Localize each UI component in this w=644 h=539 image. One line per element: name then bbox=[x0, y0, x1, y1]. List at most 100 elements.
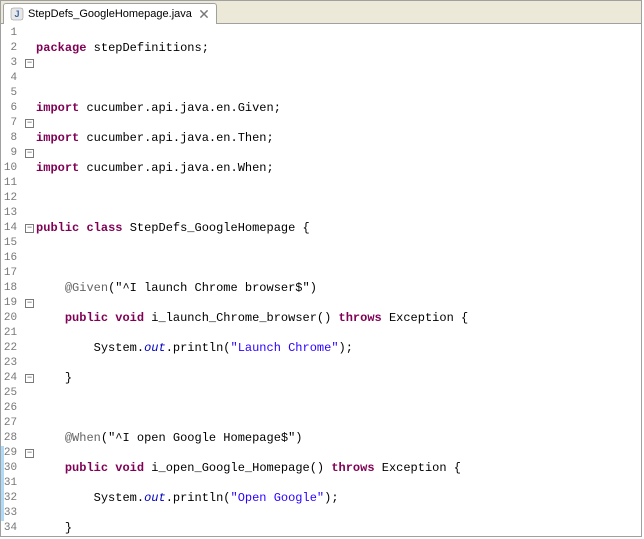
line-number: 11 bbox=[4, 176, 23, 191]
fold-cell bbox=[25, 206, 34, 221]
fold-cell bbox=[25, 131, 34, 146]
line-number: 31 bbox=[4, 476, 23, 491]
line-number: 26 bbox=[4, 401, 23, 416]
fold-cell bbox=[25, 176, 34, 191]
fold-cell bbox=[25, 341, 34, 356]
fold-cell bbox=[25, 251, 34, 266]
fold-collapse-icon[interactable]: − bbox=[25, 449, 34, 458]
code-line bbox=[36, 71, 641, 86]
fold-cell bbox=[25, 41, 34, 56]
line-number: 14 bbox=[4, 221, 23, 236]
line-number: 7 bbox=[4, 116, 23, 131]
line-number: 34 bbox=[4, 521, 23, 536]
fold-collapse-icon[interactable]: − bbox=[25, 59, 34, 68]
code-line: package stepDefinitions; bbox=[36, 41, 641, 56]
line-number: 5 bbox=[4, 86, 23, 101]
code-line: public class StepDefs_GoogleHomepage { bbox=[36, 221, 641, 236]
line-number: 32 bbox=[4, 491, 23, 506]
line-number: 8 bbox=[4, 131, 23, 146]
fold-collapse-icon[interactable]: − bbox=[25, 374, 34, 383]
fold-cell: − bbox=[25, 56, 34, 71]
line-number: 33 bbox=[4, 506, 23, 521]
line-number: 29 bbox=[4, 446, 23, 461]
line-number: 23 bbox=[4, 356, 23, 371]
line-number: 19 bbox=[4, 296, 23, 311]
fold-cell bbox=[25, 491, 34, 506]
close-icon[interactable] bbox=[198, 8, 210, 20]
line-number-gutter: 1234567891011121314151617181920212223242… bbox=[4, 24, 25, 536]
line-number: 25 bbox=[4, 386, 23, 401]
java-file-icon: J bbox=[10, 7, 24, 21]
fold-cell: − bbox=[25, 221, 34, 236]
code-content[interactable]: package stepDefinitions; import cucumber… bbox=[34, 24, 641, 536]
code-line: } bbox=[36, 371, 641, 386]
line-number: 13 bbox=[4, 206, 23, 221]
code-line: System.out.println("Open Google"); bbox=[36, 491, 641, 506]
editor-tab[interactable]: J StepDefs_GoogleHomepage.java bbox=[3, 3, 217, 24]
code-line: System.out.println("Launch Chrome"); bbox=[36, 341, 641, 356]
line-number: 30 bbox=[4, 461, 23, 476]
fold-collapse-icon[interactable]: − bbox=[25, 299, 34, 308]
fold-cell bbox=[25, 281, 34, 296]
fold-cell bbox=[25, 416, 34, 431]
fold-cell bbox=[25, 326, 34, 341]
fold-cell bbox=[25, 311, 34, 326]
fold-cell bbox=[25, 71, 34, 86]
line-number: 16 bbox=[4, 251, 23, 266]
line-number: 15 bbox=[4, 236, 23, 251]
fold-cell bbox=[25, 101, 34, 116]
line-number: 28 bbox=[4, 431, 23, 446]
tab-label: StepDefs_GoogleHomepage.java bbox=[28, 8, 192, 20]
fold-cell bbox=[25, 266, 34, 281]
fold-cell bbox=[25, 506, 34, 521]
line-number: 1 bbox=[4, 26, 23, 41]
code-line: import cucumber.api.java.en.Given; bbox=[36, 101, 641, 116]
fold-cell bbox=[25, 236, 34, 251]
code-line: public void i_launch_Chrome_browser() th… bbox=[36, 311, 641, 326]
fold-cell bbox=[25, 356, 34, 371]
code-line: import cucumber.api.java.en.Then; bbox=[36, 131, 641, 146]
code-line: import cucumber.api.java.en.When; bbox=[36, 161, 641, 176]
tab-bar: J StepDefs_GoogleHomepage.java bbox=[1, 1, 641, 24]
fold-collapse-icon[interactable]: − bbox=[25, 224, 34, 233]
fold-cell: − bbox=[25, 296, 34, 311]
fold-cell bbox=[25, 521, 34, 536]
fold-cell bbox=[25, 476, 34, 491]
fold-cell bbox=[25, 461, 34, 476]
line-number: 24 bbox=[4, 371, 23, 386]
fold-cell: − bbox=[25, 446, 34, 461]
fold-cell: − bbox=[25, 116, 34, 131]
line-number: 4 bbox=[4, 71, 23, 86]
code-editor[interactable]: 1234567891011121314151617181920212223242… bbox=[1, 24, 641, 536]
line-number: 12 bbox=[4, 191, 23, 206]
line-number: 3 bbox=[4, 56, 23, 71]
fold-cell bbox=[25, 401, 34, 416]
code-line: } bbox=[36, 521, 641, 536]
line-number: 27 bbox=[4, 416, 23, 431]
code-line: @When("^I open Google Homepage$") bbox=[36, 431, 641, 446]
code-line: @Given("^I launch Chrome browser$") bbox=[36, 281, 641, 296]
fold-cell bbox=[25, 161, 34, 176]
fold-cell: − bbox=[25, 146, 34, 161]
fold-collapse-icon[interactable]: − bbox=[25, 149, 34, 158]
fold-cell: − bbox=[25, 371, 34, 386]
code-line bbox=[36, 401, 641, 416]
svg-text:J: J bbox=[14, 9, 19, 19]
line-number: 21 bbox=[4, 326, 23, 341]
line-number: 6 bbox=[4, 101, 23, 116]
fold-cell bbox=[25, 26, 34, 41]
code-line bbox=[36, 251, 641, 266]
fold-cell bbox=[25, 86, 34, 101]
line-number: 9 bbox=[4, 146, 23, 161]
fold-collapse-icon[interactable]: − bbox=[25, 119, 34, 128]
code-line: public void i_open_Google_Homepage() thr… bbox=[36, 461, 641, 476]
editor-window: J StepDefs_GoogleHomepage.java 123456789… bbox=[0, 0, 642, 537]
fold-cell bbox=[25, 386, 34, 401]
code-line bbox=[36, 191, 641, 206]
line-number: 22 bbox=[4, 341, 23, 356]
fold-cell bbox=[25, 191, 34, 206]
line-number: 17 bbox=[4, 266, 23, 281]
line-number: 10 bbox=[4, 161, 23, 176]
line-number: 20 bbox=[4, 311, 23, 326]
line-number: 18 bbox=[4, 281, 23, 296]
